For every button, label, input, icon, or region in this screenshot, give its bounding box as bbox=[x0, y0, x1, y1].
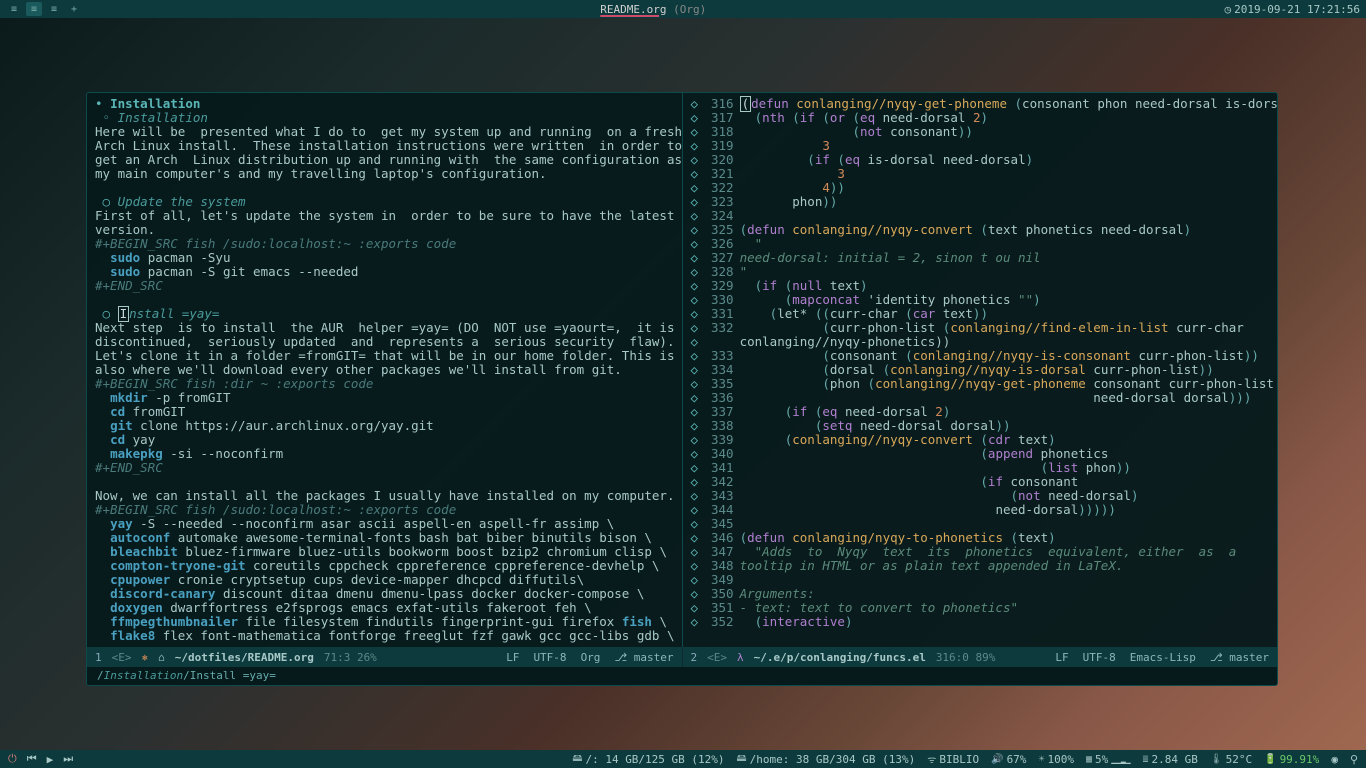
battery: 🔋99.91% bbox=[1264, 753, 1319, 766]
window-titlebar: ≡ ≡ ≡ + README.org (Org) ◷ 2019-09-21 17… bbox=[0, 0, 1366, 18]
modeline-left[interactable]: 1 <E> ⎈ ⌂ ~/dotfiles/README.org 71:3 26%… bbox=[87, 647, 682, 667]
window-title: README.org (Org) bbox=[82, 3, 1225, 16]
discord-icon[interactable]: ◉ bbox=[1331, 753, 1338, 766]
cpu-icon: ▦ bbox=[1086, 754, 1092, 765]
emacs-window: • Installation ◦ Installation Here will … bbox=[86, 92, 1278, 686]
modeline-row: 1 <E> ⎈ ⌂ ~/dotfiles/README.org 71:3 26%… bbox=[87, 647, 1277, 667]
clock-icon: ◷ bbox=[1225, 3, 1232, 16]
disk-icon: 🖴 bbox=[572, 751, 582, 768]
power-icon[interactable]: ⏻ bbox=[8, 752, 17, 766]
media-next[interactable]: ⏭ bbox=[63, 752, 73, 766]
cpu: ▦5% ▁▁▂▁ bbox=[1086, 753, 1131, 766]
wifi-icon: ᯤ bbox=[927, 752, 936, 766]
desktop: • Installation ◦ Installation Here will … bbox=[0, 18, 1366, 750]
sun-icon: ☀ bbox=[1038, 754, 1044, 765]
disk-icon: 🖴 bbox=[737, 751, 747, 768]
media-play[interactable]: ▶ bbox=[47, 753, 54, 766]
disk-root: 🖴/: 14 GB/125 GB (12%) bbox=[572, 751, 724, 768]
disk-home: 🖴/home: 38 GB/304 GB (13%) bbox=[737, 751, 916, 768]
right-pane-elisp-buffer[interactable]: ◇ 316(defun conlanging//nyqy-get-phoneme… bbox=[682, 93, 1278, 647]
battery-icon: 🔋 bbox=[1264, 754, 1276, 765]
clock: ◷ 2019-09-21 17:21:56 bbox=[1225, 3, 1360, 16]
workspace-2-active[interactable]: ≡ bbox=[26, 2, 42, 16]
memory: ≣2.84 GB bbox=[1143, 753, 1198, 766]
left-pane-org-buffer[interactable]: • Installation ◦ Installation Here will … bbox=[87, 93, 682, 647]
wifi[interactable]: ᯤBIBLIO bbox=[927, 752, 979, 766]
volume[interactable]: 🔊67% bbox=[991, 753, 1026, 766]
status-bar: ⏻ ⏮ ▶ ⏭ 🖴/: 14 GB/125 GB (12%) 🖴/home: 3… bbox=[0, 750, 1366, 768]
brightness[interactable]: ☀100% bbox=[1038, 753, 1074, 766]
location-icon[interactable]: ⚲ bbox=[1350, 753, 1358, 766]
modeline-right[interactable]: 2 <E> λ ~/.e/p/conlanging/funcs.el 316:0… bbox=[682, 647, 1278, 667]
add-workspace[interactable]: + bbox=[66, 2, 82, 16]
workspace-1[interactable]: ≡ bbox=[6, 2, 22, 16]
org-icon: ⎈ bbox=[142, 651, 149, 664]
thermometer-icon: 🌡 bbox=[1210, 754, 1223, 765]
left-pane-content[interactable]: • Installation ◦ Installation Here will … bbox=[87, 93, 682, 647]
media-prev[interactable]: ⏮ bbox=[27, 752, 37, 766]
workspace-3[interactable]: ≡ bbox=[46, 2, 62, 16]
branch-icon: ⎇ bbox=[1210, 651, 1229, 664]
elisp-icon: λ bbox=[737, 651, 744, 664]
branch-icon: ⎇ bbox=[614, 651, 633, 664]
minibuffer[interactable]: /Installation/Install =yay= bbox=[87, 667, 1277, 685]
temperature: 🌡52°C bbox=[1210, 753, 1252, 766]
home-icon: ⌂ bbox=[158, 651, 165, 664]
ram-icon: ≣ bbox=[1143, 754, 1149, 765]
volume-icon: 🔊 bbox=[991, 754, 1003, 765]
right-pane-content[interactable]: ◇ 316(defun conlanging//nyqy-get-phoneme… bbox=[683, 93, 1278, 633]
workspace-switcher: ≡ ≡ ≡ + bbox=[6, 2, 82, 16]
